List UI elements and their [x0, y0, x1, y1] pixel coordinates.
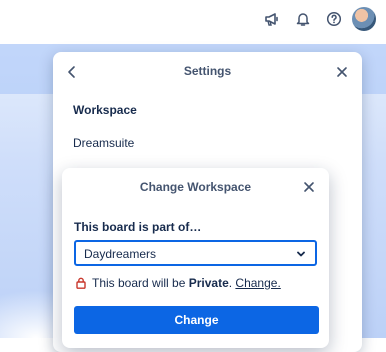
privacy-notice: This board will be Private. Change.: [76, 276, 281, 292]
close-icon[interactable]: [301, 179, 317, 195]
change-privacy-link[interactable]: Change.: [235, 276, 280, 290]
change-workspace-popover: Change Workspace This board is part of… …: [62, 168, 329, 348]
help-icon[interactable]: [324, 9, 344, 29]
settings-title: Settings: [183, 64, 232, 78]
close-icon[interactable]: [334, 64, 350, 80]
change-button[interactable]: Change: [74, 306, 319, 334]
privacy-level: Private: [188, 276, 229, 290]
megaphone-icon[interactable]: [262, 9, 282, 29]
top-bar: [0, 0, 386, 38]
change-workspace-title: Change Workspace: [139, 180, 252, 194]
bell-icon[interactable]: [293, 9, 313, 29]
workspace-select-value: Daydreamers: [84, 247, 157, 261]
chevron-down-icon: [295, 247, 307, 259]
avatar[interactable]: [352, 7, 376, 31]
privacy-prefix: This board will be: [92, 276, 189, 290]
lock-icon: [76, 277, 86, 292]
workspace-name[interactable]: Dreamsuite: [73, 136, 134, 150]
board-part-of-label: This board is part of…: [74, 220, 202, 234]
workspace-heading: Workspace: [73, 103, 137, 117]
workspace-select[interactable]: Daydreamers: [74, 240, 317, 266]
